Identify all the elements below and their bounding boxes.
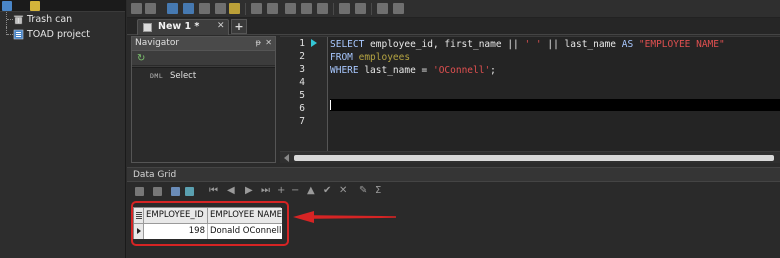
- replace-icon[interactable]: [393, 3, 404, 14]
- line-number: 5: [299, 90, 305, 101]
- sql-condition: last_name =: [358, 65, 433, 76]
- line-number: 1: [299, 38, 305, 49]
- line-number-gutter: 1 2 3 4 5 6 7: [280, 37, 328, 151]
- uncomment-icon[interactable]: [301, 3, 312, 14]
- delete-record-icon[interactable]: −: [291, 185, 299, 196]
- export-icon[interactable]: [135, 187, 144, 196]
- execution-pointer-icon: [311, 39, 317, 47]
- navigator-list: DML Select: [132, 67, 275, 162]
- open-icon[interactable]: [183, 3, 194, 14]
- format-icon[interactable]: [317, 3, 328, 14]
- insert-record-icon[interactable]: +: [277, 185, 285, 196]
- cancel-edit-icon[interactable]: ✕: [339, 185, 347, 196]
- navigator-item-select[interactable]: DML Select: [150, 71, 196, 83]
- copy-icon[interactable]: [339, 3, 350, 14]
- pin-icon[interactable]: ᵽ: [256, 38, 261, 47]
- line-number: 4: [299, 77, 305, 88]
- sql-keyword: SELECT: [330, 39, 365, 50]
- left-panel-topbar: [0, 0, 125, 12]
- code-line-2: FROM employees: [330, 51, 410, 64]
- sql-keyword: WHERE: [330, 65, 359, 76]
- paste-icon[interactable]: [355, 3, 366, 14]
- database-icon[interactable]: [2, 1, 12, 11]
- trash-can-icon: [13, 15, 24, 25]
- line-number: 7: [299, 116, 305, 127]
- navigator-title: Navigator: [135, 38, 180, 48]
- data-grid-header: Data Grid: [127, 168, 780, 182]
- code-line-3: WHERE last_name = 'OConnell';: [330, 64, 496, 77]
- settings-icon[interactable]: [229, 3, 240, 14]
- last-record-icon[interactable]: ⏭: [261, 185, 270, 196]
- close-icon[interactable]: ✕: [265, 38, 272, 47]
- indent-icon[interactable]: [251, 3, 262, 14]
- grid-view-icon[interactable]: [171, 187, 180, 196]
- tab-new-1[interactable]: New 1 * ✕: [137, 19, 229, 35]
- sql-file-icon: [143, 23, 152, 32]
- toolbar-separator: [371, 3, 372, 15]
- navigator-item-label: Select: [169, 71, 197, 81]
- toolbar-separator: [333, 3, 334, 15]
- sql-table: employees: [352, 52, 411, 63]
- tree-item-label: TOAD project: [27, 29, 90, 40]
- code-line-1: SELECT employee_id, first_name || ' ' ||…: [330, 38, 725, 51]
- editor-tab-bar: New 1 * ✕ +: [127, 18, 780, 35]
- sql-concat: || last_name: [541, 39, 622, 50]
- debug-icon[interactable]: [215, 3, 226, 14]
- tab-label: New 1 *: [158, 21, 200, 32]
- navigator-toolbar: ↻: [132, 51, 275, 66]
- first-record-icon[interactable]: ⏮: [209, 185, 218, 196]
- next-record-icon[interactable]: ▶: [245, 185, 253, 196]
- dml-badge: DML: [150, 72, 164, 80]
- sql-terminator: ;: [490, 65, 496, 76]
- post-edit-icon[interactable]: ✔: [323, 185, 331, 196]
- close-icon[interactable]: ✕: [217, 21, 225, 31]
- run-script-icon[interactable]: [145, 3, 156, 14]
- sql-string: 'OConnell': [432, 65, 491, 76]
- data-grid-toolbar: ⏮ ◀ ▶ ⏭ + − ▲ ✔ ✕ ✎ Σ: [127, 184, 780, 202]
- scrollbar-thumb[interactable]: [294, 155, 774, 161]
- data-grid-title: Data Grid: [133, 170, 177, 180]
- sql-alias: "EMPLOYEE NAME": [633, 39, 725, 50]
- project-icon: [13, 29, 24, 40]
- sum-icon[interactable]: Σ: [375, 185, 381, 196]
- run-icon[interactable]: [131, 3, 142, 14]
- horizontal-scrollbar[interactable]: [280, 151, 780, 163]
- explain-plan-icon[interactable]: [199, 3, 210, 14]
- cylinder-icon[interactable]: [30, 1, 40, 11]
- sql-keyword: FROM: [330, 52, 353, 63]
- record-view-icon[interactable]: [185, 187, 194, 196]
- tree-item-trash-can[interactable]: Trash can: [0, 12, 125, 27]
- prior-record-icon[interactable]: ◀: [227, 185, 235, 196]
- find-icon[interactable]: [377, 3, 388, 14]
- tree-item-label: Trash can: [27, 14, 73, 25]
- edit-record-icon[interactable]: ▲: [307, 185, 315, 196]
- refresh-icon[interactable]: ↻: [137, 53, 145, 64]
- print-icon[interactable]: [153, 187, 162, 196]
- toolbar-separator: [245, 3, 246, 15]
- sql-columns: employee_id, first_name ||: [364, 39, 525, 50]
- tree-item-toad-project[interactable]: TOAD project: [0, 27, 125, 42]
- annotation-arrow-icon: [293, 211, 396, 223]
- project-tree: Trash can TOAD project: [0, 12, 125, 42]
- scroll-left-icon[interactable]: [284, 154, 289, 162]
- sql-string: ' ': [524, 39, 542, 50]
- line-number: 3: [299, 64, 305, 75]
- navigator-header: Navigator ᵽ ✕: [132, 37, 275, 51]
- sql-editor[interactable]: 1 2 3 4 5 6 7 SELECT employee_id, first_…: [280, 36, 780, 163]
- line-number: 6: [299, 103, 305, 114]
- filter-icon[interactable]: ✎: [359, 185, 367, 196]
- outdent-icon[interactable]: [267, 3, 278, 14]
- annotation-highlight-box: [131, 201, 289, 246]
- save-icon[interactable]: [167, 3, 178, 14]
- code-area[interactable]: SELECT employee_id, first_name || ' ' ||…: [330, 37, 780, 151]
- line-number: 2: [299, 51, 305, 62]
- comment-icon[interactable]: [285, 3, 296, 14]
- navigator-panel: Navigator ᵽ ✕ ↻ DML Select: [131, 36, 276, 163]
- sql-keyword: AS: [621, 39, 634, 50]
- object-explorer-panel: Trash can TOAD project: [0, 0, 126, 258]
- main-toolbar: [127, 0, 780, 18]
- add-tab-button[interactable]: +: [231, 19, 247, 34]
